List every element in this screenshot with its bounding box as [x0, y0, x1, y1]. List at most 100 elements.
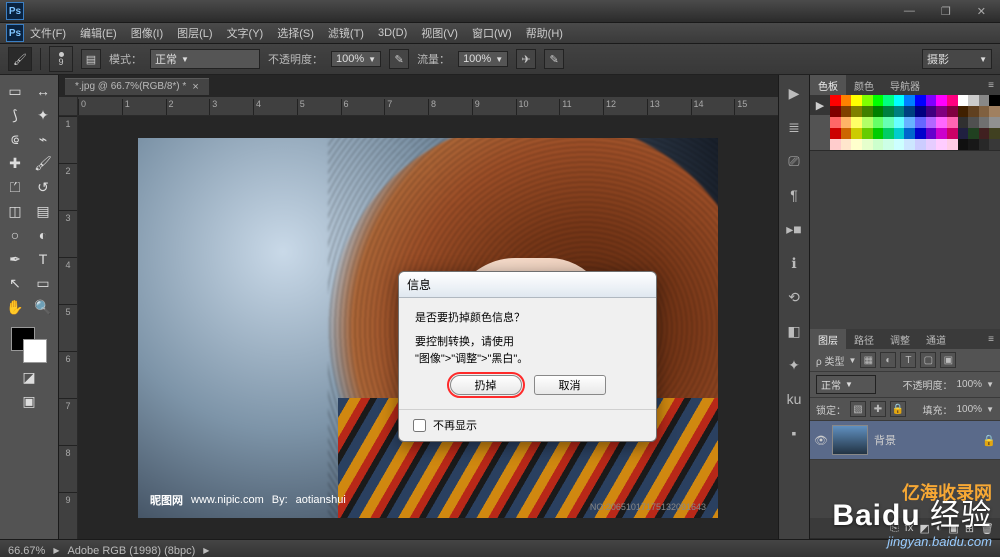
color-swatch[interactable]	[873, 95, 884, 106]
color-swatch[interactable]	[894, 95, 905, 106]
color-swatch[interactable]	[958, 106, 969, 117]
color-swatch[interactable]	[883, 117, 894, 128]
move-tool[interactable]: ↔	[29, 79, 57, 103]
tab-layers[interactable]: 图层	[810, 329, 846, 350]
tab-paths[interactable]: 路径	[846, 329, 882, 350]
lasso-tool[interactable]: ⟆	[1, 103, 29, 127]
lock-pixels-icon[interactable]: ▧	[850, 401, 866, 417]
window-restore-button[interactable]: ❐	[933, 3, 959, 20]
actions-panel-icon[interactable]: ▸■	[784, 219, 804, 239]
color-swatch[interactable]	[904, 128, 915, 139]
workspace-switcher[interactable]: 摄影 ▼	[922, 49, 992, 69]
color-swatch[interactable]	[841, 106, 852, 117]
ruler-horizontal[interactable]: 0123456789101112131415	[78, 97, 778, 116]
brushes-panel-icon[interactable]: ✦	[784, 355, 804, 375]
new-layer-icon[interactable]: ⊞	[965, 522, 974, 535]
color-swatch[interactable]	[936, 117, 947, 128]
color-swatch[interactable]	[830, 128, 841, 139]
color-swatch[interactable]	[947, 128, 958, 139]
color-swatch[interactable]	[947, 95, 958, 106]
blend-mode-select[interactable]: 正常 ▼	[150, 49, 260, 69]
menu-type[interactable]: 文字(Y)	[227, 25, 264, 41]
chevron-right-icon[interactable]: ▶	[203, 546, 209, 555]
color-swatch[interactable]	[968, 139, 979, 150]
canvas[interactable]: 昵图网 www.nipic.com By: aotianshui NO:2065…	[78, 116, 778, 539]
color-swatch[interactable]	[830, 139, 841, 150]
add-mask-icon[interactable]: ◩	[919, 522, 929, 535]
swatch-play-icon[interactable]: ▶	[810, 95, 830, 115]
history-brush-tool[interactable]: ↺	[29, 175, 57, 199]
color-swatch[interactable]	[936, 106, 947, 117]
stamp-tool[interactable]: ⏍	[1, 175, 29, 199]
menu-3d[interactable]: 3D(D)	[378, 27, 407, 39]
color-swatch[interactable]	[841, 139, 852, 150]
color-swatch[interactable]	[926, 106, 937, 117]
color-swatch[interactable]	[979, 128, 990, 139]
color-swatch[interactable]	[915, 95, 926, 106]
color-swatch[interactable]	[989, 117, 1000, 128]
layer-thumbnail[interactable]	[832, 425, 868, 455]
menu-layer[interactable]: 图层(L)	[177, 25, 212, 41]
menu-view[interactable]: 视图(V)	[421, 25, 458, 41]
color-swatch[interactable]	[947, 139, 958, 150]
properties-panel-icon[interactable]: ◧	[784, 321, 804, 341]
brush-tool-icon[interactable]: 🖌	[8, 47, 32, 71]
menu-edit[interactable]: 编辑(E)	[80, 25, 117, 41]
color-swatch[interactable]	[968, 106, 979, 117]
pen-tool[interactable]: ✒	[1, 247, 29, 271]
color-swatch[interactable]	[979, 139, 990, 150]
opacity-pressure-icon[interactable]: ✎	[389, 49, 409, 69]
color-swatch[interactable]	[883, 139, 894, 150]
group-icon[interactable]: ▣	[948, 522, 958, 535]
menu-select[interactable]: 选择(S)	[277, 25, 314, 41]
color-swatch[interactable]	[936, 95, 947, 106]
color-swatch[interactable]	[979, 95, 990, 106]
panel-menu-icon[interactable]: ≡	[980, 77, 1000, 94]
tab-swatches[interactable]: 色板	[810, 75, 846, 96]
layer-blend-select[interactable]: 正常 ▼	[816, 375, 876, 394]
new-adjust-icon[interactable]: ◐	[936, 522, 943, 534]
type-tool[interactable]: T	[29, 247, 57, 271]
color-swatch[interactable]	[894, 117, 905, 128]
color-swatch[interactable]	[851, 106, 862, 117]
filter-shape-icon[interactable]: ▢	[920, 352, 936, 368]
color-swatch[interactable]	[926, 139, 937, 150]
color-swatch[interactable]	[841, 117, 852, 128]
color-swatch[interactable]	[841, 128, 852, 139]
color-swatch[interactable]	[883, 128, 894, 139]
cancel-button[interactable]: 取消	[534, 375, 606, 395]
color-swatch[interactable]	[862, 106, 873, 117]
color-swatch[interactable]	[926, 128, 937, 139]
color-swatch[interactable]	[873, 106, 884, 117]
color-swatch[interactable]	[862, 95, 873, 106]
lock-all-icon[interactable]: 🔒	[890, 401, 906, 417]
tab-adjustments[interactable]: 调整	[882, 329, 918, 350]
layer-name[interactable]: 背景	[874, 432, 896, 448]
airbrush-icon[interactable]: ✈	[516, 49, 536, 69]
color-swatch[interactable]	[915, 139, 926, 150]
screen-mode-icon[interactable]: ▣	[1, 389, 57, 413]
menu-file[interactable]: 文件(F)	[30, 25, 66, 41]
menu-filter[interactable]: 滤镜(T)	[328, 25, 364, 41]
color-swatch[interactable]	[947, 117, 958, 128]
ruler-vertical[interactable]: 123456789	[59, 116, 78, 539]
color-swatch[interactable]	[958, 139, 969, 150]
play-panel-icon[interactable]: ▶	[784, 83, 804, 103]
color-swatch[interactable]	[968, 128, 979, 139]
tab-channels[interactable]: 通道	[918, 329, 954, 350]
color-swatch[interactable]	[989, 95, 1000, 106]
color-profile[interactable]: Adobe RGB (1998) (8bpc)	[67, 545, 195, 557]
color-swatch[interactable]	[883, 106, 894, 117]
visibility-eye-icon[interactable]: 👁	[814, 434, 832, 447]
color-swatch[interactable]	[883, 95, 894, 106]
layer-opacity-value[interactable]: 100%	[957, 379, 983, 390]
color-swatch[interactable]	[915, 106, 926, 117]
color-swatch[interactable]	[830, 106, 841, 117]
zoom-tool[interactable]: 🔍	[29, 295, 57, 319]
layer-row-background[interactable]: 👁 背景 🔒	[810, 421, 1000, 460]
color-swatch[interactable]	[904, 117, 915, 128]
history-panel-icon[interactable]: ⟲	[784, 287, 804, 307]
color-swatch[interactable]	[936, 128, 947, 139]
brush-tool[interactable]: 🖌	[29, 151, 57, 175]
filter-smart-icon[interactable]: ▣	[940, 352, 956, 368]
